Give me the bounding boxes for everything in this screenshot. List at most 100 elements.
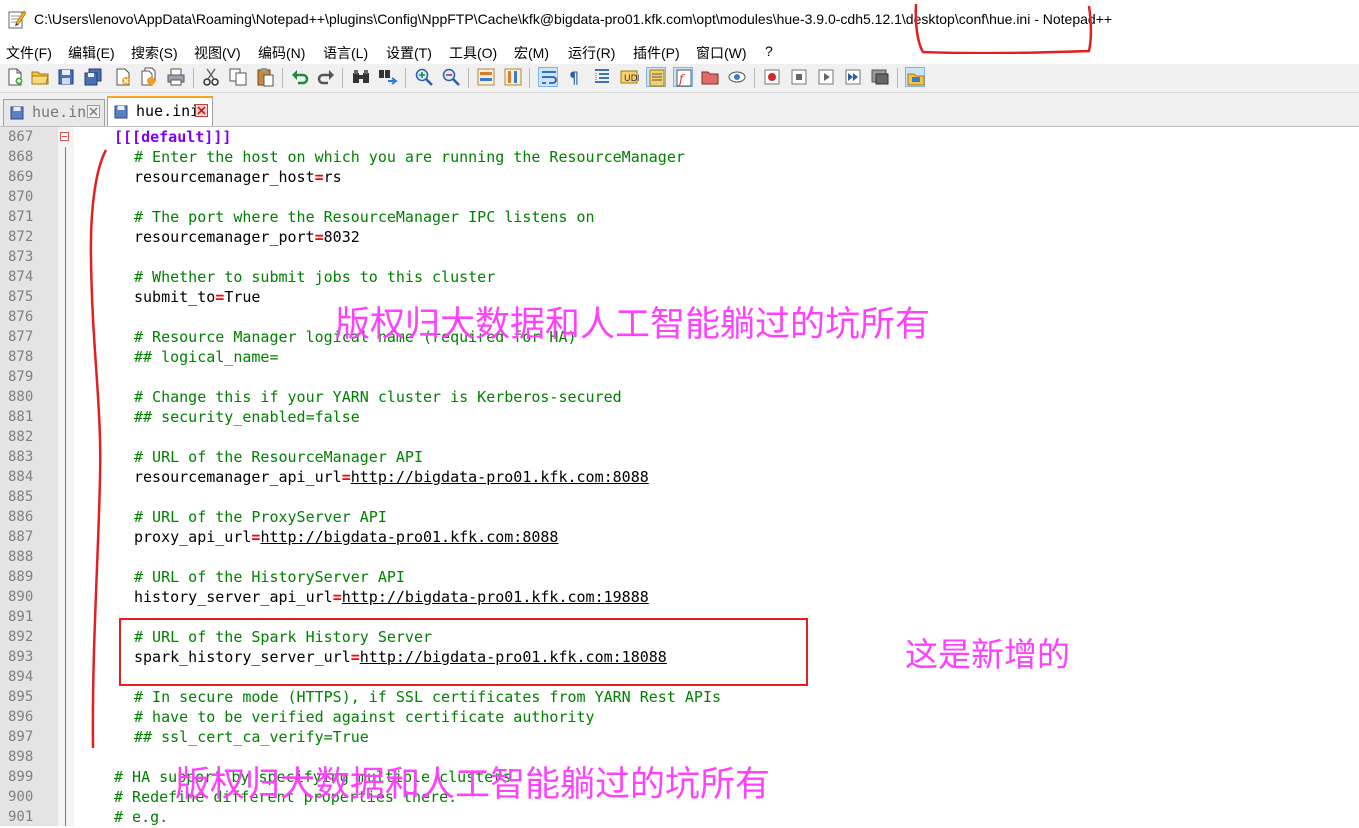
print-icon[interactable] [166,67,186,87]
code-line[interactable]: 869 resourcemanager_host=rs [0,168,1359,188]
menu-settings[interactable]: 设置(T) [386,43,432,63]
code-line[interactable]: 872 resourcemanager_port=8032 [0,228,1359,248]
line-number: 889 [8,569,34,585]
sync-horizontal-icon[interactable] [503,67,523,87]
user-lang-icon[interactable]: UDL [619,67,639,87]
setting-key: resourcemanager_api_url [134,468,342,486]
code-line[interactable]: 882 [0,428,1359,448]
copy-icon[interactable] [228,67,248,87]
monitoring-icon[interactable] [727,67,747,87]
menu-encoding[interactable]: 编码(N) [258,43,305,63]
folder-workspace-icon[interactable] [700,67,720,87]
code-line[interactable]: 879 [0,368,1359,388]
tab-hue-ini-1[interactable]: hue.ini [3,99,105,126]
notepad-plus-plus-icon [8,10,26,29]
line-number: 900 [8,789,34,805]
code-line[interactable]: 867 [[[default]]] [0,128,1359,148]
watermark-copyright-2: 版权归大数据和人工智能躺过的坑所有 [175,765,771,805]
tab-label: hue.ini [136,102,200,120]
record-macro-icon[interactable] [762,67,782,87]
menu-file[interactable]: 文件(F) [6,43,52,63]
code-line[interactable]: 873 [0,248,1359,268]
paste-icon[interactable] [255,67,275,87]
code-line[interactable]: 895 # In secure mode (HTTPS), if SSL cert… [0,688,1359,708]
code-line[interactable]: 897 ## ssl_cert_ca_verify=True [0,728,1359,748]
setting-url-value[interactable]: http://bigdata-pro01.kfk.com:19888 [342,588,649,606]
menu-run[interactable]: 运行(R) [568,43,615,63]
code-line[interactable]: 883 # URL of the ResourceManager API [0,448,1359,468]
cut-icon[interactable] [201,67,221,87]
comment-line: ## ssl_cert_ca_verify=True [134,728,369,746]
close-icon[interactable] [113,67,133,87]
code-editor[interactable]: 867 [[[default]]] 868 # Enter the host on w… [0,126,1359,826]
run-macro-multiple-icon[interactable] [843,67,863,87]
code-line[interactable]: 868 # Enter the host on which you are run… [0,148,1359,168]
code-line[interactable]: 870 [0,188,1359,208]
setting-url-value[interactable]: http://bigdata-pro01.kfk.com:8088 [260,528,558,546]
code-line[interactable]: 880 # Change this if your YARN cluster is… [0,388,1359,408]
play-macro-icon[interactable] [816,67,836,87]
line-number: 891 [8,609,34,625]
save-all-icon[interactable] [83,67,103,87]
code-line[interactable]: 884 resourcemanager_api_url=http://bigdat… [0,468,1359,488]
code-line[interactable]: 896 # have to be verified against certifi… [0,708,1359,728]
replace-icon[interactable] [378,67,398,87]
code-line[interactable]: 901 # e.g. [0,808,1359,828]
indent-guide-icon[interactable] [592,67,612,87]
save-macro-icon[interactable] [870,67,890,87]
code-line[interactable]: 881 ## security_enabled=false [0,408,1359,428]
save-icon[interactable] [56,67,76,87]
menu-search[interactable]: 搜索(S) [131,43,178,63]
undo-icon[interactable] [290,67,310,87]
word-wrap-icon[interactable] [538,67,558,87]
tab-hue-ini-2[interactable]: hue.ini [107,96,213,126]
new-file-icon[interactable] [5,67,25,87]
doc-map-icon[interactable] [646,67,666,87]
line-number: 892 [8,629,34,645]
redo-icon[interactable] [316,67,336,87]
code-line[interactable]: 889 # URL of the HistoryServer API [0,568,1359,588]
zoom-in-icon[interactable] [414,67,434,87]
setting-value: True [224,288,261,306]
menu-macro[interactable]: 宏(M) [514,43,549,63]
menu-help[interactable]: ? [765,43,773,59]
code-line[interactable]: 887 proxy_api_url=http://bigdata-pro01.kf… [0,528,1359,548]
code-line[interactable]: 871 # The port where the ResourceManager … [0,208,1359,228]
setting-key: resourcemanager_port [134,228,315,246]
find-icon[interactable] [351,67,371,87]
function-list-icon[interactable]: f [673,67,693,87]
line-number: 896 [8,709,34,725]
stop-macro-icon[interactable] [789,67,809,87]
line-number: 893 [8,649,34,665]
code-line[interactable]: 878 ## logical_name= [0,348,1359,368]
equals-operator: = [314,228,324,246]
toolbar-separator [342,68,343,88]
line-number: 876 [8,309,34,325]
menu-edit[interactable]: 编辑(E) [68,43,115,63]
code-line[interactable]: 874 # Whether to submit jobs to this clus… [0,268,1359,288]
menu-view[interactable]: 视图(V) [194,43,241,63]
annotation-new-label: 这是新增的 [905,635,1070,674]
setting-url-value[interactable]: http://bigdata-pro01.kfk.com:8088 [351,468,649,486]
comment-line: # URL of the ResourceManager API [134,448,423,466]
setting-line: proxy_api_url=http://bigdata-pro01.kfk.c… [134,528,558,546]
open-file-icon[interactable] [30,67,50,87]
nppftp-icon[interactable] [905,67,925,87]
section-header: [[[default]]] [114,128,231,146]
code-line[interactable]: 885 [0,488,1359,508]
show-all-chars-icon[interactable]: ¶ [565,67,585,87]
menu-language[interactable]: 语言(L) [323,43,368,63]
sync-vertical-icon[interactable] [476,67,496,87]
menu-tools[interactable]: 工具(O) [449,43,497,63]
code-line[interactable]: 886 # URL of the ProxyServer API [0,508,1359,528]
tab-bar: hue.ini hue.ini [0,93,1359,126]
menu-window[interactable]: 窗口(W) [696,43,747,63]
line-number: 887 [8,529,34,545]
menu-plugins[interactable]: 插件(P) [633,43,680,63]
code-line[interactable]: 888 [0,548,1359,568]
close-all-icon[interactable] [139,67,159,87]
close-icon[interactable] [195,104,208,117]
code-line[interactable]: 890 history_server_api_url=http://bigdata… [0,588,1359,608]
close-icon[interactable] [87,105,100,118]
zoom-out-icon[interactable] [441,67,461,87]
